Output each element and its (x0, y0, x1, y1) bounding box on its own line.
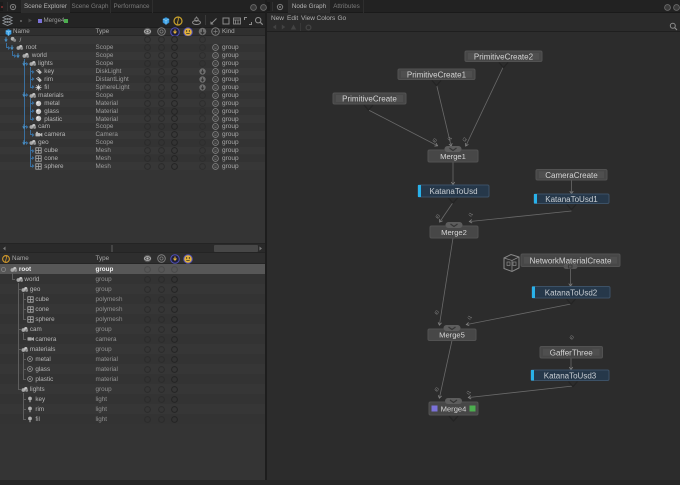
svg-text:i1: i1 (466, 389, 473, 396)
svg-text:NetworkMaterialCreate: NetworkMaterialCreate (530, 256, 612, 265)
svg-text:i0: i0 (434, 386, 441, 393)
svg-text:i1: i1 (468, 211, 475, 218)
svg-text:KatanaToUsd2: KatanaToUsd2 (545, 288, 598, 297)
svg-text:i0: i0 (569, 334, 576, 341)
svg-text:Merge1: Merge1 (440, 152, 466, 161)
svg-text:KatanaToUsd3: KatanaToUsd3 (544, 371, 597, 380)
svg-text:PrimitiveCreate2: PrimitiveCreate2 (474, 52, 534, 61)
svg-text:i0: i0 (434, 309, 441, 316)
svg-text:PrimitiveCreate: PrimitiveCreate (342, 95, 397, 104)
svg-text:KatanaToUsd1: KatanaToUsd1 (545, 195, 598, 204)
svg-text:i1: i1 (447, 135, 454, 142)
svg-text:Merge2: Merge2 (441, 228, 467, 237)
svg-text:PrimitiveCreate1: PrimitiveCreate1 (407, 70, 467, 79)
svg-text:KatanaToUsd: KatanaToUsd (429, 187, 477, 196)
svg-text:Merge5: Merge5 (439, 331, 465, 340)
svg-text:GafferThree: GafferThree (550, 348, 594, 357)
svg-text:i0: i0 (435, 213, 442, 220)
svg-text:Merge4: Merge4 (441, 404, 467, 413)
svg-text:i1: i1 (467, 314, 474, 321)
svg-text:CameraCreate: CameraCreate (545, 171, 598, 180)
